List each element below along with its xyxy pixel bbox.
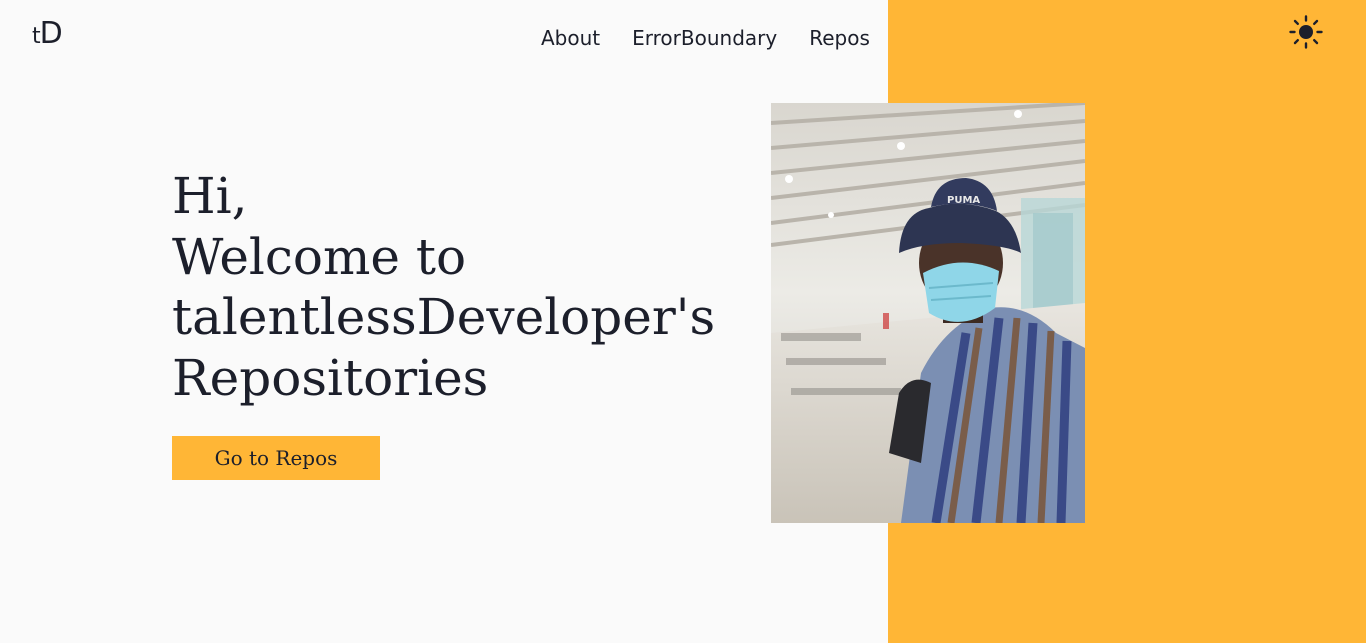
nav-link-about[interactable]: About: [541, 24, 600, 52]
svg-text:PUMA: PUMA: [947, 195, 980, 206]
site-logo[interactable]: tD: [32, 16, 63, 55]
nav-link-errorboundary[interactable]: ErrorBoundary: [632, 24, 777, 52]
nav-link-repos[interactable]: Repos: [809, 24, 870, 52]
profile-photo: PUMA: [771, 103, 1085, 523]
hero-line-welcome: Welcome to: [172, 227, 467, 286]
profile-photo-illustration: PUMA: [771, 103, 1085, 523]
hero-line-name: talentlessDeveloper's: [172, 288, 716, 346]
main-nav: About ErrorBoundary Repos: [541, 24, 870, 52]
sun-icon: [1289, 15, 1323, 49]
hero-line-greeting: Hi,: [172, 167, 248, 225]
hero-heading: Hi, Welcome to talentlessDeveloper's Rep…: [172, 166, 715, 408]
logo-prefix: t: [32, 24, 41, 49]
logo-main: D: [39, 16, 63, 51]
go-to-repos-button[interactable]: Go to Repos: [172, 436, 380, 480]
hero-line-repositories: Repositories: [172, 348, 489, 407]
theme-toggle-button[interactable]: [1288, 14, 1324, 50]
